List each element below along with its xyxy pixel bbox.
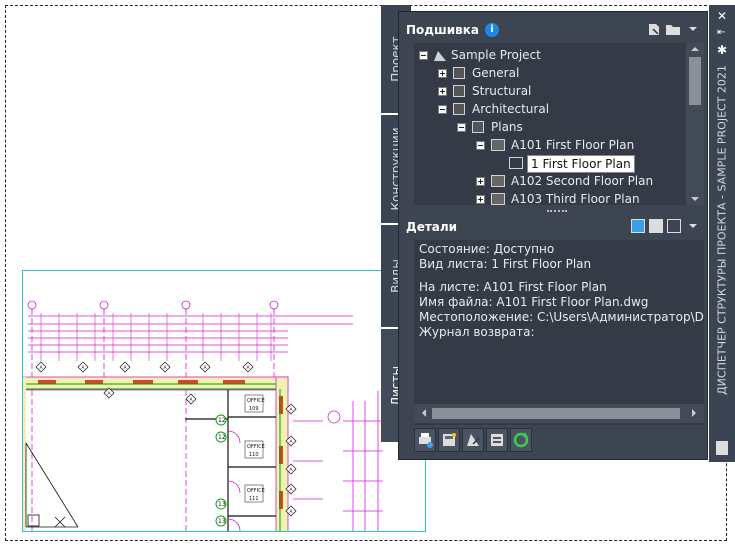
- office-label: OFFICE: [247, 398, 265, 404]
- office-number: 110: [249, 452, 259, 458]
- expand-icon[interactable]: [438, 87, 447, 96]
- refresh-button[interactable]: [510, 428, 532, 452]
- details-header: Детали: [399, 216, 707, 238]
- collapse-icon[interactable]: [419, 51, 428, 60]
- office-label: OFFICE: [247, 444, 265, 450]
- door-tag: 13: [218, 501, 226, 508]
- office-label: OFFICE: [247, 488, 265, 494]
- details-scrollbar[interactable]: [414, 404, 704, 423]
- sheets-title: Подшивка: [406, 23, 479, 37]
- chevron-down-icon[interactable]: [688, 23, 698, 37]
- sheet-set-manager-palette[interactable]: Проект Конструкции Виды Листы Подшивка i: [381, 5, 735, 462]
- detail-file-name: Имя файла: A101 First Floor Plan.dwg: [419, 295, 649, 309]
- detail-check-in-log: Журнал возврата:: [419, 325, 535, 339]
- door-tag: 13: [218, 518, 226, 525]
- publish-button[interactable]: [462, 428, 484, 452]
- sheet-set-icon: [716, 441, 728, 455]
- details-view-icon[interactable]: [649, 219, 663, 233]
- folder-icon[interactable]: [666, 23, 680, 35]
- expand-icon[interactable]: [476, 177, 485, 186]
- sheets-header: Подшивка i: [399, 19, 707, 41]
- sheet-icon: [491, 175, 505, 187]
- collapse-icon[interactable]: [457, 123, 466, 132]
- auto-hide-icon[interactable]: ⇤: [717, 27, 725, 38]
- chevron-down-icon[interactable]: [688, 220, 698, 234]
- subset-icon: [453, 103, 465, 115]
- floor-plan-viewport[interactable]: OFFICE 109 OFFICE 110 OFFICE 111 12 12 1…: [22, 270, 426, 532]
- sheet-icon: [491, 139, 505, 151]
- details-pane: Состояние: Доступно Вид листа: 1 First F…: [414, 240, 704, 425]
- preview-icon[interactable]: [631, 219, 645, 233]
- door-tag: 12: [218, 434, 226, 441]
- details-title: Детали: [406, 220, 458, 234]
- detail-location: Местоположение: C:\Users\Администратор\D…: [419, 310, 704, 324]
- office-number: 109: [249, 406, 259, 412]
- collapse-icon[interactable]: [476, 141, 485, 150]
- close-icon[interactable]: ✕: [717, 9, 727, 23]
- subset-icon: [472, 121, 484, 133]
- search-preview-icon[interactable]: [667, 219, 681, 233]
- plot-button[interactable]: [414, 428, 436, 452]
- new-sheet-icon[interactable]: [647, 22, 661, 36]
- view-icon: [509, 157, 523, 169]
- subset-icon: [453, 85, 465, 97]
- detail-sheet-view: Вид листа: 1 First Floor Plan: [419, 257, 592, 271]
- new-sheet-button[interactable]: [438, 428, 460, 452]
- door-tag: 12: [218, 417, 226, 424]
- office-number: 111: [249, 496, 259, 502]
- tree-scrollbar[interactable]: [686, 43, 704, 205]
- detail-on-sheet: На листе: A101 First Floor Plan: [419, 280, 607, 294]
- palette-title-bar[interactable]: ✕ ⇤ ✱ ДИСПЕТЧЕР СТРУКТУРЫ ПРОЕКТА - SAMP…: [709, 5, 735, 462]
- expand-icon[interactable]: [476, 195, 485, 204]
- subset-icon: [453, 67, 465, 79]
- detail-status: Состояние: Доступно: [419, 242, 555, 256]
- sheet-list-button[interactable]: [486, 428, 508, 452]
- expand-icon[interactable]: [438, 69, 447, 78]
- splitter-grip[interactable]: [547, 210, 567, 215]
- properties-icon[interactable]: ✱: [717, 43, 727, 57]
- info-icon[interactable]: i: [485, 23, 499, 37]
- sheet-tree[interactable]: Sample Project General Structural Archit…: [414, 43, 704, 206]
- sheets-panel: Подшивка i Sample Project General Struct…: [398, 11, 708, 460]
- sheet-set-icon: [433, 49, 446, 61]
- collapse-icon[interactable]: [438, 105, 447, 114]
- palette-title: ДИСПЕТЧЕР СТРУКТУРЫ ПРОЕКТА - SAMPLE PRO…: [715, 65, 729, 395]
- floor-plan-drawing: OFFICE 109 OFFICE 110 OFFICE 111 12 12 1…: [23, 300, 383, 531]
- sheet-icon: [491, 193, 505, 205]
- sheet-toolbar: [414, 428, 536, 454]
